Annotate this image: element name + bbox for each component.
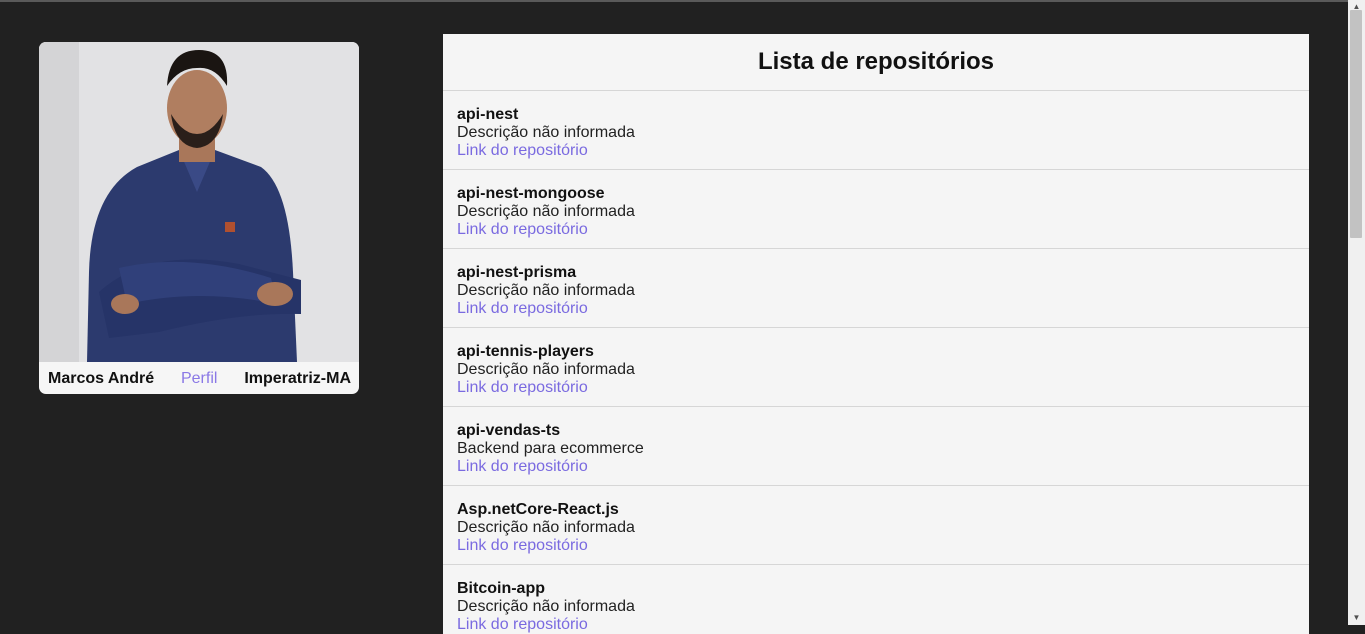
repository-name: api-tennis-players: [457, 343, 594, 360]
scroll-down-arrow-icon[interactable]: ▼: [1348, 611, 1365, 625]
repository-description: Descrição não informada: [457, 203, 635, 220]
profile-name: Marcos André: [48, 370, 155, 387]
repository-link[interactable]: Link do repositório: [457, 616, 588, 634]
repository-name: api-nest-prisma: [457, 264, 577, 281]
page-scrollbar[interactable]: ▲ ▼: [1348, 0, 1365, 625]
repository-description: Descrição não informada: [457, 124, 635, 141]
repository-list-panel: Lista de repositórios api-nest Descrição…: [443, 34, 1309, 634]
repository-item: api-tennis-players Descrição não informa…: [443, 328, 1309, 407]
repository-link[interactable]: Link do repositório: [457, 300, 588, 318]
repository-item: api-nest-prisma Descrição não informada …: [443, 249, 1309, 328]
repository-name: api-vendas-ts: [457, 422, 561, 439]
repository-item: api-vendas-ts Backend para ecommerce Lin…: [443, 407, 1309, 486]
profile-link[interactable]: Perfil: [181, 370, 217, 388]
browser-top-edge: [0, 0, 1348, 2]
repository-description: Descrição não informada: [457, 361, 635, 378]
repository-description: Descrição não informada: [457, 282, 635, 299]
repository-link[interactable]: Link do repositório: [457, 379, 588, 397]
repository-item: api-nest-mongoose Descrição não informad…: [443, 170, 1309, 249]
repository-description: Backend para ecommerce: [457, 440, 644, 457]
repository-name: Asp.netCore-React.js: [457, 501, 619, 518]
repository-name: api-nest-mongoose: [457, 185, 605, 202]
repository-link[interactable]: Link do repositório: [457, 458, 588, 476]
scrollbar-thumb[interactable]: [1350, 10, 1362, 238]
repository-link[interactable]: Link do repositório: [457, 537, 588, 555]
repository-link[interactable]: Link do repositório: [457, 142, 588, 160]
repository-item: Bitcoin-app Descrição não informada Link…: [443, 565, 1309, 634]
repository-description: Descrição não informada: [457, 598, 635, 615]
repository-name: api-nest: [457, 106, 519, 123]
repository-description: Descrição não informada: [457, 519, 635, 536]
repository-item: api-nest Descrição não informada Link do…: [443, 91, 1309, 170]
repository-name: Bitcoin-app: [457, 580, 545, 597]
repository-link[interactable]: Link do repositório: [457, 221, 588, 239]
profile-location: Imperatriz-MA: [244, 370, 351, 387]
profile-card: Marcos André Perfil Imperatriz-MA: [39, 42, 359, 394]
repository-item: Asp.netCore-React.js Descrição não infor…: [443, 486, 1309, 565]
profile-footer: Marcos André Perfil Imperatriz-MA: [39, 364, 359, 394]
profile-photo: [39, 42, 359, 362]
repository-list-title: Lista de repositórios: [443, 34, 1309, 91]
